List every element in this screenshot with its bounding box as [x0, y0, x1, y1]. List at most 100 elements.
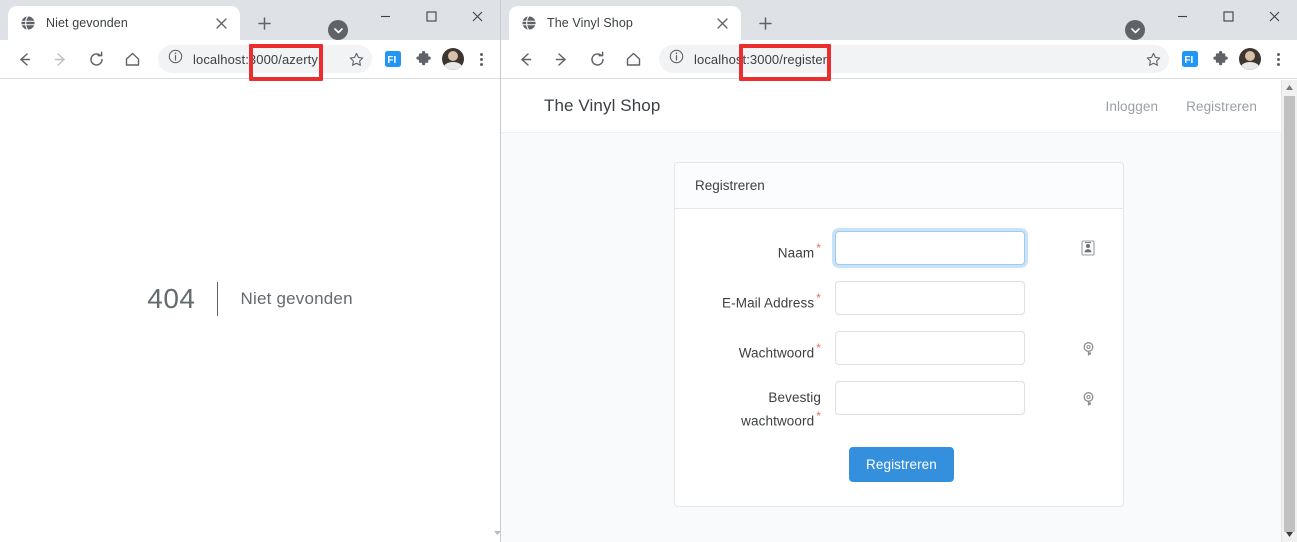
avatar-head: [448, 51, 458, 61]
close-window-button[interactable]: [1251, 0, 1297, 32]
form-row-email: E-Mail Address *: [695, 281, 1103, 315]
close-icon[interactable]: [713, 14, 731, 32]
reload-button[interactable]: [81, 44, 111, 74]
site-navbar: The Vinyl Shop Inloggen Registreren: [501, 80, 1297, 132]
forward-button: [45, 44, 75, 74]
bevestig-wachtwoord-input[interactable]: [835, 381, 1025, 415]
minimize-button[interactable]: [362, 0, 408, 32]
svg-text:FI: FI: [1184, 55, 1193, 66]
toolbar-left: localhost:3000/azerty FI: [0, 40, 500, 79]
register-card: Registreren Naam * E-Mail Address * Wach…: [674, 162, 1124, 507]
register-form: Naam * E-Mail Address * Wachtwoord * Bev…: [675, 209, 1123, 506]
label-bevestig-wachtwoord: Bevestig wachtwoord *: [695, 381, 835, 431]
avatar[interactable]: [442, 48, 464, 70]
more-menu-icon[interactable]: [1265, 46, 1291, 72]
page-content-register: The Vinyl Shop Inloggen Registreren Regi…: [501, 80, 1297, 542]
left-window-scroll-down-arrow-icon[interactable]: [489, 526, 505, 540]
home-button[interactable]: [117, 44, 147, 74]
error-message: Niet gevonden: [240, 289, 353, 308]
browser-window-right: The Vinyl Shop localhost:3000/register F…: [500, 0, 1297, 542]
form-row-wachtwoord: Wachtwoord *: [695, 331, 1103, 365]
register-submit-button[interactable]: Registreren: [849, 446, 954, 482]
tab-niet-gevonden[interactable]: Niet gevonden: [8, 6, 240, 40]
key-icon[interactable]: [1073, 331, 1103, 365]
window-controls-right: [1159, 0, 1297, 40]
label-bevestig-wachtwoord-text: Bevestig wachtwoord: [741, 390, 821, 429]
site-info-icon[interactable]: [168, 49, 184, 69]
avatar-head: [1245, 51, 1255, 61]
fi-extension-icon[interactable]: FI: [380, 46, 406, 72]
browser-window-left: Niet gevonden localhost:3000/azerty FI 4…: [0, 0, 500, 542]
required-marker: *: [816, 341, 821, 355]
svg-text:FI: FI: [387, 55, 396, 66]
label-naam: Naam *: [695, 231, 835, 263]
profile-chip-right[interactable]: [1125, 20, 1145, 40]
address-bar-left[interactable]: localhost:3000/azerty: [158, 45, 372, 73]
form-row-naam: Naam *: [695, 231, 1103, 265]
avatar[interactable]: [1239, 48, 1261, 70]
fi-extension-icon[interactable]: FI: [1177, 46, 1203, 72]
reload-button[interactable]: [582, 44, 612, 74]
globe-icon: [521, 15, 537, 31]
forward-button[interactable]: [546, 44, 576, 74]
wachtwoord-input[interactable]: [835, 331, 1025, 365]
field-naam: [835, 231, 1103, 265]
field-bevestig-wachtwoord: [835, 381, 1103, 415]
new-tab-button[interactable]: [250, 9, 278, 37]
tab-title: Niet gevonden: [46, 16, 128, 30]
url-text: localhost:3000/azerty: [193, 51, 318, 67]
bookmark-star-icon[interactable]: [1141, 52, 1165, 67]
error-block: 404 Niet gevonden: [147, 282, 353, 316]
label-email: E-Mail Address *: [695, 281, 835, 313]
maximize-button[interactable]: [408, 0, 454, 32]
label-email-text: E-Mail Address: [722, 295, 815, 311]
globe-icon: [20, 15, 36, 31]
more-menu-icon[interactable]: [468, 46, 494, 72]
minimize-button[interactable]: [1159, 0, 1205, 32]
tab-strip-right: The Vinyl Shop: [501, 0, 1297, 40]
site-info-icon[interactable]: [669, 49, 685, 69]
screenshot-root: Niet gevonden localhost:3000/azerty FI 4…: [0, 0, 1297, 542]
toolbar-right: localhost:3000/register FI: [501, 40, 1297, 79]
label-naam-text: Naam: [777, 245, 815, 261]
home-button[interactable]: [618, 44, 648, 74]
page-content-404: 404 Niet gevonden: [0, 80, 500, 542]
profile-chip-left[interactable]: [328, 20, 348, 40]
address-bar-right[interactable]: localhost:3000/register: [659, 45, 1169, 73]
tab-the-vinyl-shop[interactable]: The Vinyl Shop: [509, 6, 741, 40]
extensions-puzzle-icon[interactable]: [410, 46, 436, 72]
bookmark-star-icon[interactable]: [344, 52, 368, 67]
required-marker: *: [816, 291, 821, 305]
label-wachtwoord-text: Wachtwoord: [738, 345, 815, 361]
form-row-bevestig-wachtwoord: Bevestig wachtwoord *: [695, 381, 1103, 431]
email-input[interactable]: [835, 281, 1025, 315]
field-wachtwoord: [835, 331, 1103, 365]
page-scrollbar[interactable]: [1281, 80, 1297, 542]
extensions-puzzle-icon[interactable]: [1207, 46, 1233, 72]
close-icon[interactable]: [212, 14, 230, 32]
close-window-button[interactable]: [454, 0, 500, 32]
tab-strip-left: Niet gevonden: [0, 0, 500, 40]
nav-link-inloggen[interactable]: Inloggen: [1106, 99, 1159, 114]
maximize-button[interactable]: [1205, 0, 1251, 32]
naam-input[interactable]: [835, 231, 1025, 265]
new-tab-button[interactable]: [751, 9, 779, 37]
scroll-up-arrow-icon[interactable]: [1282, 80, 1297, 95]
avatar-body: [444, 62, 462, 70]
avatar-body: [1241, 62, 1259, 70]
required-marker: *: [816, 241, 821, 255]
card-title: Registreren: [675, 163, 1123, 209]
scrollbar-thumb[interactable]: [1284, 96, 1295, 532]
tab-title: The Vinyl Shop: [547, 16, 633, 30]
scroll-down-arrow-icon[interactable]: [1282, 527, 1297, 542]
site-brand[interactable]: The Vinyl Shop: [544, 96, 660, 116]
back-button[interactable]: [510, 44, 540, 74]
key-icon[interactable]: [1073, 381, 1103, 415]
back-button[interactable]: [9, 44, 39, 74]
window-controls-left: [362, 0, 500, 40]
url-text: localhost:3000/register: [694, 51, 828, 67]
nav-link-registreren[interactable]: Registreren: [1186, 99, 1257, 114]
contact-card-icon[interactable]: [1073, 231, 1103, 265]
label-wachtwoord: Wachtwoord *: [695, 331, 835, 363]
field-email: [835, 281, 1103, 315]
